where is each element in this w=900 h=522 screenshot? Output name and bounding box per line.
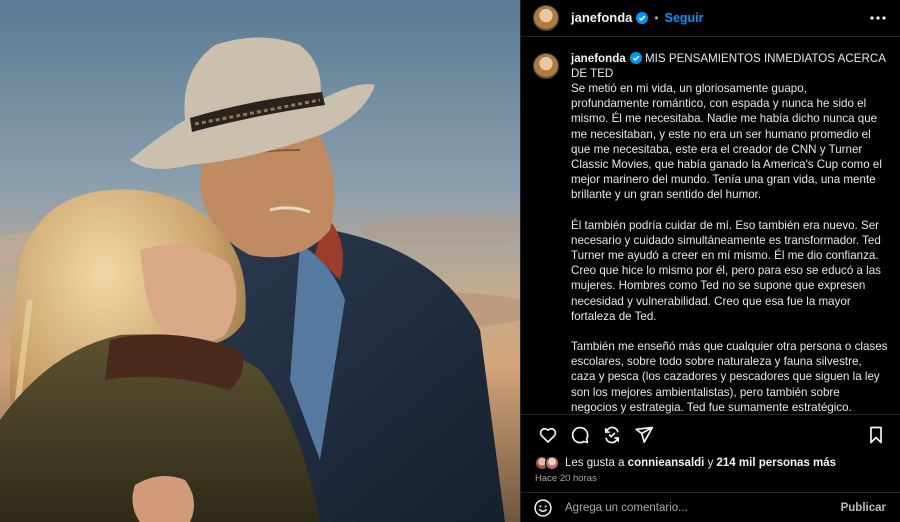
- bookmark-icon: [870, 426, 882, 444]
- share-button[interactable]: [630, 421, 658, 449]
- repost-button[interactable]: [598, 421, 626, 449]
- caption-username[interactable]: janefonda: [571, 52, 626, 65]
- more-horizontal-icon: [870, 16, 886, 20]
- likes-connector: y: [707, 456, 714, 469]
- liker-avatar[interactable]: [545, 455, 559, 470]
- paper-plane-icon: [635, 426, 654, 443]
- publish-button[interactable]: Publicar: [841, 502, 886, 514]
- post-sidebar: janefonda • Seguir janefonda MIS PENSAMI…: [520, 0, 900, 522]
- post-photo[interactable]: [0, 0, 520, 522]
- post-header: janefonda • Seguir: [521, 0, 900, 37]
- caption-paragraph-1: Se metió en mi vida, un gloriosamente gu…: [571, 81, 882, 202]
- follow-button[interactable]: Seguir: [665, 11, 704, 25]
- heart-icon: [539, 427, 557, 443]
- more-options-button[interactable]: [868, 8, 888, 28]
- author-username[interactable]: janefonda: [571, 10, 632, 25]
- comment-button[interactable]: [566, 421, 594, 449]
- save-button[interactable]: [862, 421, 890, 449]
- post-timestamp[interactable]: Hace 20 horas: [521, 471, 900, 486]
- author-avatar[interactable]: [533, 4, 559, 31]
- likes-others-link[interactable]: 214 mil personas más: [717, 457, 837, 469]
- likes-text: Les gusta a connieansaldi y 214 mil pers…: [565, 457, 836, 469]
- instagram-post: janefonda • Seguir janefonda MIS PENSAMI…: [0, 0, 900, 522]
- post-actions: [521, 414, 900, 454]
- repost-icon: [604, 426, 620, 444]
- caption-author-avatar[interactable]: [533, 52, 559, 79]
- caption-area: janefonda MIS PENSAMIENTOS INMEDIATOS AC…: [521, 37, 900, 415]
- verified-badge-icon: [629, 51, 642, 64]
- like-button[interactable]: [534, 421, 562, 449]
- caption-paragraph-3: También me enseñó más que cualquier otra…: [571, 340, 888, 414]
- comment-bubble-icon: [571, 426, 589, 444]
- verified-badge-icon: [636, 11, 649, 24]
- comment-input[interactable]: [565, 501, 841, 514]
- caption-paragraph-2: Él también podría cuidar de mí. Eso tamb…: [571, 218, 881, 323]
- likes-prefix: Les gusta a: [565, 456, 625, 469]
- comment-bar: Publicar: [521, 492, 900, 522]
- post-caption: janefonda MIS PENSAMIENTOS INMEDIATOS AC…: [571, 51, 888, 415]
- emoji-icon[interactable]: [533, 498, 553, 518]
- likes-username-link[interactable]: connieansaldi: [628, 457, 705, 469]
- header-separator: •: [654, 10, 659, 25]
- photo-illustration: [0, 0, 520, 522]
- likes-summary: Les gusta a connieansaldi y 214 mil pers…: [521, 454, 900, 471]
